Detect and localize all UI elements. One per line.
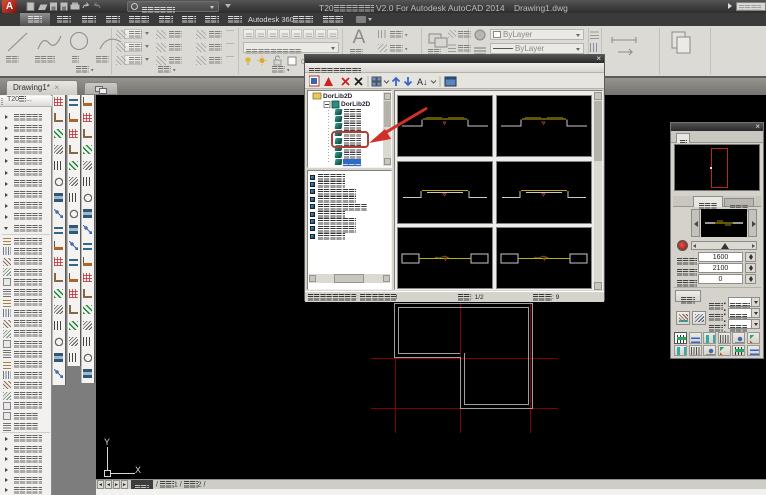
svg-text:X: X bbox=[135, 465, 141, 475]
svg-text:A↓: A↓ bbox=[417, 77, 428, 87]
svg-text:Y: Y bbox=[104, 437, 110, 447]
